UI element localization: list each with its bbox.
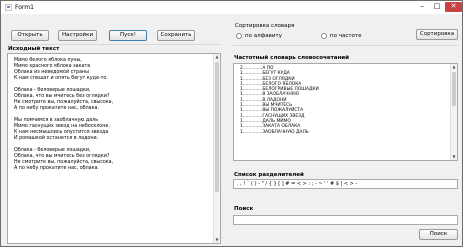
dictionary-list[interactable]: 2..............А ПО 1..............БЕГУТ … — [233, 63, 458, 161]
separators-label: Список разделителей — [234, 172, 304, 178]
close-icon[interactable]: ✕ — [445, 2, 462, 12]
sort-frequency-radio[interactable] — [321, 33, 327, 39]
settings-button[interactable]: Настройки — [58, 30, 97, 41]
sort-group-label: Сортировка словаря — [235, 23, 295, 29]
dictionary-items: 2..............А ПО 1..............БЕГУТ … — [240, 66, 319, 135]
dictionary-label: Частотный словарь словосочетаний — [234, 55, 349, 61]
search-button[interactable]: Поиск — [419, 229, 458, 240]
source-text-line: А по небу прокатите нас, облака. — [14, 166, 99, 171]
main-window: Form1 – □ ✕ Открыть Настройки Пуск! Сохр… — [0, 0, 463, 247]
source-text-line: А по небу прокатите нас, облака. — [14, 106, 99, 111]
dictionary-scrollbar[interactable]: ▲ ▼ — [450, 64, 457, 160]
sort-alphabet-label: по алфавиту — [245, 33, 282, 39]
separators-field[interactable]: . , ! ` ( ) - " / { } [ ] # = < > : ; - … — [233, 179, 458, 189]
sort-alphabet-radio[interactable] — [236, 33, 242, 39]
source-scrollbar[interactable]: ▲ ▼ — [213, 54, 220, 243]
right-divider — [233, 45, 458, 46]
dict-scroll-up-icon[interactable]: ▲ — [451, 64, 457, 70]
source-text-area[interactable]: Мимо белого яблока луны, Мимо красного яб… — [7, 53, 221, 244]
minimize-icon[interactable]: – — [415, 2, 429, 12]
source-text-line: К нам спешат и опять бегут куда-то. — [14, 76, 108, 81]
title-bar: Form1 – □ ✕ — [1, 1, 462, 14]
scroll-thumb[interactable] — [215, 62, 219, 192]
start-button[interactable]: Пуск! — [109, 30, 147, 41]
dict-scroll-down-icon[interactable]: ▼ — [451, 154, 457, 160]
sort-frequency-label: по частоте — [330, 33, 362, 39]
left-divider — [7, 44, 221, 45]
maximize-icon[interactable]: □ — [430, 2, 444, 12]
save-button[interactable]: Сохранить — [157, 30, 195, 41]
dictionary-item[interactable]: 1..............ЗАОБЛАЧНУЮ ДАЛЬ — [240, 130, 319, 135]
sort-button[interactable]: Сортировка — [416, 29, 458, 40]
source-text-content: Мимо белого яблока луны, Мимо красного яб… — [14, 58, 113, 172]
search-field[interactable] — [233, 215, 458, 225]
source-text-label: Исходный текст — [8, 46, 60, 52]
scroll-down-icon[interactable]: ▼ — [214, 237, 220, 243]
scroll-up-icon[interactable]: ▲ — [214, 54, 220, 60]
search-label: Поиск — [234, 206, 254, 212]
window-title: Form1 — [15, 4, 34, 11]
open-button[interactable]: Открыть — [11, 30, 49, 41]
dict-scroll-thumb[interactable] — [452, 72, 456, 106]
app-icon — [5, 4, 12, 11]
